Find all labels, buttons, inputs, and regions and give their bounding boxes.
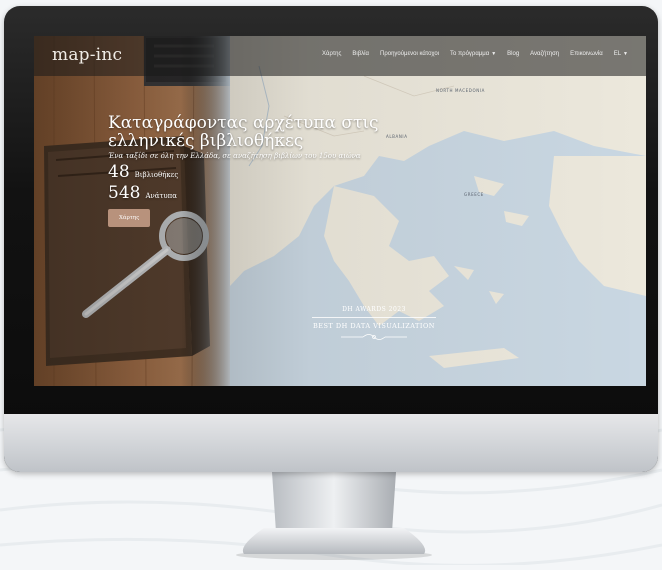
nav-item-label: Blog <box>507 51 520 57</box>
brand-logo[interactable]: map-inc <box>52 45 122 65</box>
nav-item-label: Βιβλία <box>352 51 369 57</box>
award-divider <box>312 317 436 318</box>
nav-item[interactable]: Χάρτης <box>322 51 341 57</box>
monitor-stand-base <box>236 528 432 560</box>
nav-item[interactable]: Επικοινωνία <box>570 51 603 57</box>
nav-item[interactable]: Προηγούμενοι κάτοχοι <box>380 51 439 57</box>
caret-down-icon: ▼ <box>623 51 628 57</box>
stat-value: 548 <box>108 183 141 203</box>
award-category: BEST DH DATA VISUALIZATION <box>313 322 435 330</box>
nav-item-label: Επικοινωνία <box>570 51 603 57</box>
award-title: DH AWARDS 2023 <box>342 306 406 313</box>
ornament-icon <box>341 334 407 340</box>
nav-item-label: Χάρτης <box>321 51 342 57</box>
nav-item[interactable]: EL ▼ <box>614 51 628 57</box>
award-badge: DH AWARDS 2023 BEST DH DATA VISUALIZATIO… <box>299 306 449 342</box>
stat-label: Βιβλιοθήκες <box>134 171 179 179</box>
hero-subtitle: Ένα ταξίδι σε όλη την Ελλάδα, σε αναζήτη… <box>108 152 361 160</box>
nav-item[interactable]: Το πρόγραμμα ▼ <box>450 51 496 57</box>
stat-label: Ανάτυπα <box>145 192 177 200</box>
nav-item-label: EL <box>613 51 622 57</box>
nav-item-label: Το πρόγραμμα <box>450 51 490 57</box>
nav-item-label: Αναζήτηση <box>530 51 560 57</box>
nav-item[interactable]: Αναζήτηση <box>530 51 559 57</box>
nav-item[interactable]: Blog <box>507 51 519 57</box>
nav-menu: Χάρτης Βιβλία Προηγούμενοι κάτοχοι Το πρόγρ… <box>322 51 628 57</box>
monitor-chin <box>4 414 658 472</box>
stat-value: 48 <box>108 162 130 182</box>
nav-item[interactable]: Βιβλία <box>352 51 369 57</box>
nav-item-label: Προηγούμενοι κάτοχοι <box>379 51 440 57</box>
stat-copies: 548 Ανάτυπα <box>108 184 408 202</box>
monitor-frame: NORTH MACEDONIA ALBANIA GREECE <box>4 6 658 472</box>
caret-down-icon: ▼ <box>491 51 497 57</box>
website-screen: NORTH MACEDONIA ALBANIA GREECE <box>34 36 646 386</box>
hero-title: Καταγράφοντας αρχέτυπα στις ελληνικές βι… <box>108 113 379 151</box>
hero-section: Καταγράφοντας αρχέτυπα στις ελληνικές βι… <box>108 114 408 227</box>
top-navbar: map-inc Χάρτης Βιβλία Προηγούμενοι κάτοχοι… <box>34 36 646 76</box>
map-button[interactable]: Χάρτης <box>108 209 151 227</box>
stat-libraries: 48 Βιβλιοθήκες <box>108 163 408 181</box>
monitor-stand-neck <box>272 472 396 532</box>
